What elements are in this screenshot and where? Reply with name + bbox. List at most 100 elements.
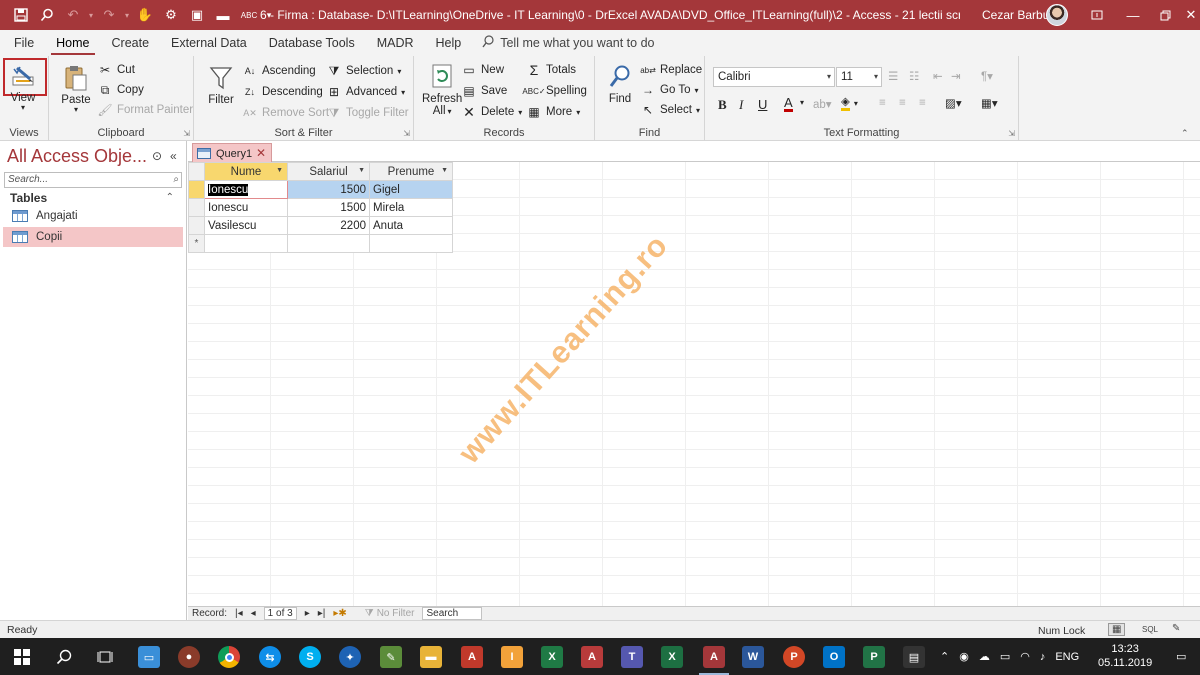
cell-nume[interactable] [204,234,288,253]
descending-button[interactable]: Z↓ Descending [242,84,323,100]
tab-file[interactable]: File [0,30,45,56]
shutter-bar-close-icon[interactable]: « [170,149,177,163]
ascending-button[interactable]: A↓ Ascending [242,63,316,79]
record-selector[interactable] [188,180,205,199]
remove-sort-button[interactable]: A✕ Remove Sort [242,105,329,121]
spelling-icon[interactable]: ABC [236,0,262,30]
column-header-nume[interactable]: Nume ▼ [204,162,288,181]
teams-icon[interactable]: T [621,646,643,668]
undo-dropdown-icon[interactable]: ▾ [86,0,96,30]
app-icon-editor[interactable]: I [501,646,523,668]
text-formatting-launcher-icon[interactable]: ⇲ [1008,129,1015,138]
column-dropdown-icon[interactable]: ▼ [358,167,365,174]
sort-filter-launcher-icon[interactable]: ⇲ [403,129,410,138]
font-color-dropdown-icon[interactable]: ▾ [800,98,804,107]
bullets-button[interactable]: ☰ [888,69,899,83]
cell-prenume[interactable] [369,234,453,253]
redo-icon[interactable]: ↷ [96,0,122,30]
go-to-button[interactable]: → Go To ▾ [640,82,699,98]
tell-me-box[interactable]: Tell me what you want to do [482,34,654,52]
increase-indent-button[interactable]: ⇥ [951,69,961,83]
tab-database-tools[interactable]: Database Tools [258,30,366,56]
format-painter-button[interactable]: 🖌 Format Painter [97,102,193,118]
outlook-icon[interactable]: O [823,646,845,668]
select-all-corner[interactable] [188,162,205,181]
battery-icon[interactable]: ▭ [1000,650,1010,663]
column-header-prenume[interactable]: Prenume ▼ [369,162,453,181]
cloud-icon[interactable]: ☁ [979,650,990,663]
task-view-icon[interactable] [94,646,116,668]
column-dropdown-icon[interactable]: ▼ [276,167,283,174]
teamviewer-icon[interactable]: ⇆ [259,646,281,668]
nav-item-copii[interactable]: Copii [3,227,183,247]
file-explorer-icon[interactable]: ▬ [420,646,442,668]
table-row[interactable]: Ionescu 1500 Mirela [188,198,453,217]
nav-search-icon[interactable]: ⌕ [173,173,179,187]
record-search-input[interactable]: Search [418,607,486,620]
design-view-status-icon[interactable]: ✎ [1172,623,1180,634]
align-right-button[interactable]: ≡ [919,97,926,109]
replace-button[interactable]: ab⇄ Replace [640,62,702,78]
delete-record-button[interactable]: ✕ Delete ▾ [461,104,522,120]
collapse-section-icon[interactable]: ⌃ [166,192,174,203]
italic-button[interactable]: I [739,97,743,113]
selection-button[interactable]: ⧩ Selection ▾ [326,63,402,79]
cell-salariul[interactable] [287,234,370,253]
powerpoint-icon[interactable]: P [783,646,805,668]
new-record-marker[interactable]: * [188,234,205,253]
save-record-button[interactable]: ▤ Save [461,83,507,99]
font-name-combo[interactable]: Calibri ▾ [713,67,835,87]
next-record-icon[interactable]: ▸ [301,608,314,619]
nav-search-input[interactable]: Search... ⌕ [4,172,182,188]
acrobat-icon[interactable]: A [461,646,483,668]
cell-salariul[interactable]: 1500 [287,198,370,217]
app-icon-video[interactable]: ▤ [903,646,925,668]
spelling-button[interactable]: ABC✓ Spelling [522,83,587,99]
word-icon[interactable]: W [742,646,764,668]
nav-pane-title[interactable]: All Access Obje... [7,146,147,167]
tab-external-data[interactable]: External Data [160,30,258,56]
taskbar-clock[interactable]: 13:23 05.11.2019 [1098,642,1152,670]
new-record-nav-icon[interactable]: ▸✱ [329,608,350,619]
table-row[interactable]: Ionescu 1500 Gigel [188,180,453,199]
filter-button[interactable]: Filter [206,62,236,106]
align-left-button[interactable]: ≡ [879,97,886,109]
volume-icon[interactable]: ♪ [1040,651,1046,663]
background-color-button[interactable]: ◈ ▾ [841,96,858,111]
tab-query1[interactable]: Query1 ✕ [192,143,272,163]
column-header-salariul[interactable]: Salariul ▼ [287,162,370,181]
search-icon[interactable] [53,646,75,668]
excel-alt-icon[interactable]: X [541,646,563,668]
user-avatar[interactable] [1046,4,1068,26]
network-tray-icon[interactable]: ◉ [959,650,969,663]
toggle-filter-button[interactable]: ⧩ Toggle Filter [326,105,409,121]
open-folder-icon[interactable]: ▬ [210,0,236,30]
bold-button[interactable]: B [718,97,727,113]
cell-prenume[interactable]: Anuta [369,216,453,235]
numbering-button[interactable]: ☷ [909,69,919,83]
cell-nume[interactable]: Ionescu [204,180,288,199]
tab-madr[interactable]: MADR [366,30,425,56]
refresh-all-button[interactable]: Refresh All ▾ [422,61,462,117]
tab-create[interactable]: Create [101,30,161,56]
select-button[interactable]: ↖ Select ▾ [640,102,700,118]
nav-item-angajati[interactable]: Angajati [3,206,183,226]
redo-dropdown-icon[interactable]: ▾ [122,0,132,30]
cell-prenume[interactable]: Mirela [369,198,453,217]
find-icon[interactable] [34,0,60,30]
access-icon[interactable]: A [703,646,725,668]
app-icon-paint[interactable]: ✎ [380,646,402,668]
datasheet-view-icon[interactable]: ▦ [1108,623,1126,636]
chrome-icon[interactable] [218,646,240,668]
first-record-icon[interactable]: |◂ [231,608,247,619]
windows-start-icon[interactable] [11,646,33,668]
record-selector[interactable] [188,198,205,217]
gridlines-button[interactable]: ▦▾ [981,96,998,110]
tab-help[interactable]: Help [425,30,473,56]
totals-button[interactable]: Σ Totals [526,62,576,78]
cell-salariul[interactable]: 1500 [287,180,370,199]
no-filter-button[interactable]: ⧩ No Filter [361,608,419,619]
advanced-button[interactable]: ⊞ Advanced ▾ [326,84,405,100]
find-button[interactable]: Find [605,61,635,105]
collapse-ribbon-icon[interactable]: ⌃ [1181,128,1189,139]
